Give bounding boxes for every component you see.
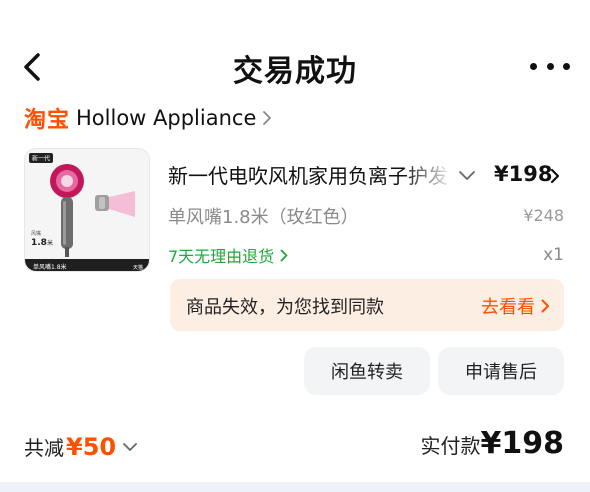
resell-button[interactable]: 闲鱼转卖 xyxy=(304,347,430,395)
product-thumbnail[interactable]: 新一代 风嘴 1.8 米 单风嘴1.8米 天猫 xyxy=(24,148,150,272)
invalid-product-notice: 商品失效，为您找到同款 去看看 xyxy=(170,279,564,331)
original-price: ¥248 xyxy=(523,206,564,225)
chevron-down-icon[interactable] xyxy=(458,170,476,182)
go-see-link[interactable]: 去看看 xyxy=(481,293,550,319)
thumb-caption-right: 天猫 xyxy=(133,264,143,271)
bottom-divider xyxy=(0,482,590,492)
paid-label: 实付款 xyxy=(420,434,481,458)
chevron-right-icon xyxy=(280,249,288,261)
return-policy-label: 7天无理由退货 xyxy=(168,247,275,266)
chevron-down-icon xyxy=(123,442,138,451)
discount-label: 共减 xyxy=(24,436,64,460)
product-title[interactable]: 新一代电吹风机家用负离子护发 xyxy=(168,160,454,192)
return-policy-link[interactable]: 7天无理由退货 xyxy=(168,243,288,267)
page-title: 交易成功 xyxy=(233,54,357,89)
svg-text:风嘴: 风嘴 xyxy=(31,230,41,237)
chevron-right-icon xyxy=(263,111,272,125)
paid-amount: 实付款 ¥198 xyxy=(421,426,565,461)
taobao-logo: 淘宝 xyxy=(24,108,71,133)
shop-link[interactable]: 淘宝 Hollow Appliance xyxy=(24,103,272,133)
hair-dryer-image: 新一代 风嘴 1.8 米 单风嘴1.8米 天猫 xyxy=(25,149,149,271)
nav-bar: 交易成功 xyxy=(0,0,590,100)
chevron-right-icon[interactable] xyxy=(550,168,560,184)
thumb-caption: 单风嘴1.8米 xyxy=(33,263,67,271)
more-button[interactable] xyxy=(530,58,570,74)
go-see-label: 去看看 xyxy=(481,297,535,318)
thumb-size-unit: 米 xyxy=(47,239,53,247)
shop-name: Hollow Appliance xyxy=(76,106,257,130)
paid-value: ¥198 xyxy=(480,426,565,461)
quantity: x1 xyxy=(543,245,564,265)
product-sku: 单风嘴1.8米（玫红色） xyxy=(168,207,359,228)
discount-summary[interactable]: 共减 ¥50 xyxy=(24,432,138,461)
more-dots-icon xyxy=(530,62,537,70)
chevron-right-icon xyxy=(541,299,549,313)
discount-value: ¥50 xyxy=(66,433,117,461)
invalid-notice-text: 商品失效，为您找到同款 xyxy=(186,297,384,318)
thumb-badge: 新一代 xyxy=(32,155,50,163)
thumb-size-label: 1.8 xyxy=(31,238,47,248)
product-price: ¥198 xyxy=(494,162,553,186)
after-sale-button[interactable]: 申请售后 xyxy=(438,347,564,395)
